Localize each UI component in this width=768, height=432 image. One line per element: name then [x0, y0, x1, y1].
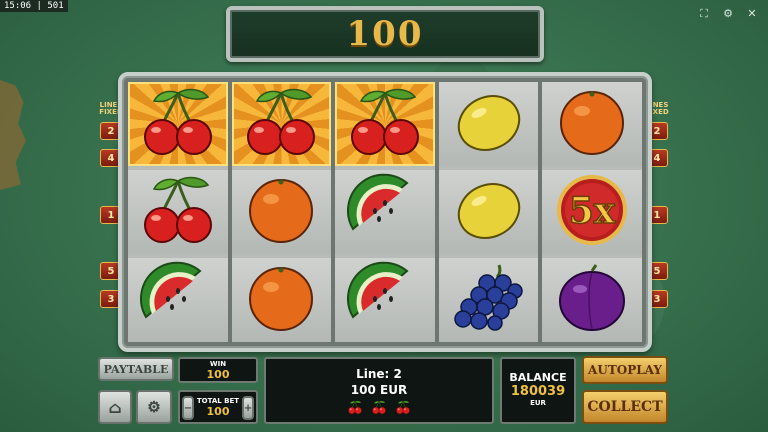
settings-button[interactable]: ⚙ [136, 390, 172, 424]
collect-button[interactable]: COLLECT [582, 390, 668, 424]
cherry-symbol-icon [395, 400, 411, 419]
bet-decrease-button[interactable]: − [182, 396, 194, 420]
reel-cell: 5x [542, 170, 642, 254]
orange-symbol-icon [241, 173, 321, 251]
reel-cell [335, 170, 435, 254]
settings-icon[interactable]: ⚙ [722, 8, 734, 20]
balance-label: BALANCE [509, 371, 567, 384]
plum-symbol-icon [552, 261, 632, 339]
cherry-symbol-icon [347, 400, 363, 419]
cherries-symbol-icon [138, 85, 218, 163]
win-display: 100 [226, 6, 544, 62]
cherry-symbol-icon [371, 400, 387, 419]
cherries-symbol-icon [138, 173, 218, 251]
5x-symbol-icon: 5x [552, 173, 632, 251]
line-symbols [266, 400, 492, 419]
reel-cell [438, 82, 539, 166]
svg-text:5x: 5x [569, 190, 616, 232]
grapes-symbol-icon [449, 261, 529, 339]
reel [335, 82, 435, 342]
line-info-panel: Line: 2 100 EUR [264, 357, 494, 424]
line-number: Line: 2 [356, 367, 402, 381]
total-bet-box: − TOTAL BET 100 + [178, 390, 258, 424]
reel: 5x [542, 82, 642, 342]
reel [128, 82, 228, 342]
line-win-amount: 100 EUR [350, 383, 408, 397]
reel-cell [438, 258, 539, 342]
bet-increase-button[interactable]: + [242, 396, 254, 420]
total-bet-value: 100 [206, 405, 230, 418]
status-separator: | [36, 1, 42, 11]
orange-symbol-icon [241, 261, 321, 339]
reel-cell [335, 258, 435, 342]
status-time: 15:06 [4, 1, 32, 11]
balance-value: 180039 [510, 384, 566, 399]
reel-cell [128, 258, 228, 342]
watermelon-symbol-icon [138, 261, 218, 339]
reel-cell [542, 82, 642, 166]
reel [438, 82, 539, 342]
home-icon: ⌂ [108, 397, 122, 417]
reel [231, 82, 332, 342]
gears-icon: ⚙ [147, 398, 161, 416]
lemon-symbol-icon [449, 173, 529, 251]
status-id: 501 [47, 1, 64, 11]
balance-panel: BALANCE 180039 EUR [500, 357, 576, 424]
cherries-symbol-icon [241, 85, 321, 163]
reel-cell [542, 258, 642, 342]
watermelon-symbol-icon [345, 261, 425, 339]
reel-cell [231, 82, 332, 166]
reel-cell [231, 170, 332, 254]
win-label: WIN [209, 360, 227, 368]
status-bar: 15:06 | 501 [0, 0, 68, 12]
autoplay-button[interactable]: AUTOPLAY [582, 356, 668, 384]
reel-cell [128, 170, 228, 254]
orange-symbol-icon [552, 85, 632, 163]
top-icons: ⛶ ⚙ ✕ [698, 8, 758, 20]
lemon-symbol-icon [449, 85, 529, 163]
reel-cell [231, 258, 332, 342]
reel-frame: 5x [118, 72, 652, 352]
paytable-button[interactable]: PAYTABLE [98, 357, 174, 381]
watermelon-symbol-icon [345, 173, 425, 251]
win-box: WIN 100 [178, 357, 258, 383]
win-value: 100 [206, 368, 230, 381]
reel-cell [128, 82, 228, 166]
win-display-value: 100 [346, 14, 424, 54]
fullscreen-icon[interactable]: ⛶ [698, 8, 710, 20]
home-button[interactable]: ⌂ [98, 390, 132, 424]
reel-cell [335, 82, 435, 166]
total-bet-label: TOTAL BET [196, 397, 240, 405]
close-icon[interactable]: ✕ [746, 8, 758, 20]
reels-grid: 5x [128, 82, 642, 342]
balance-currency: EUR [530, 399, 546, 407]
cherries-symbol-icon [345, 85, 425, 163]
reel-cell [438, 170, 539, 254]
